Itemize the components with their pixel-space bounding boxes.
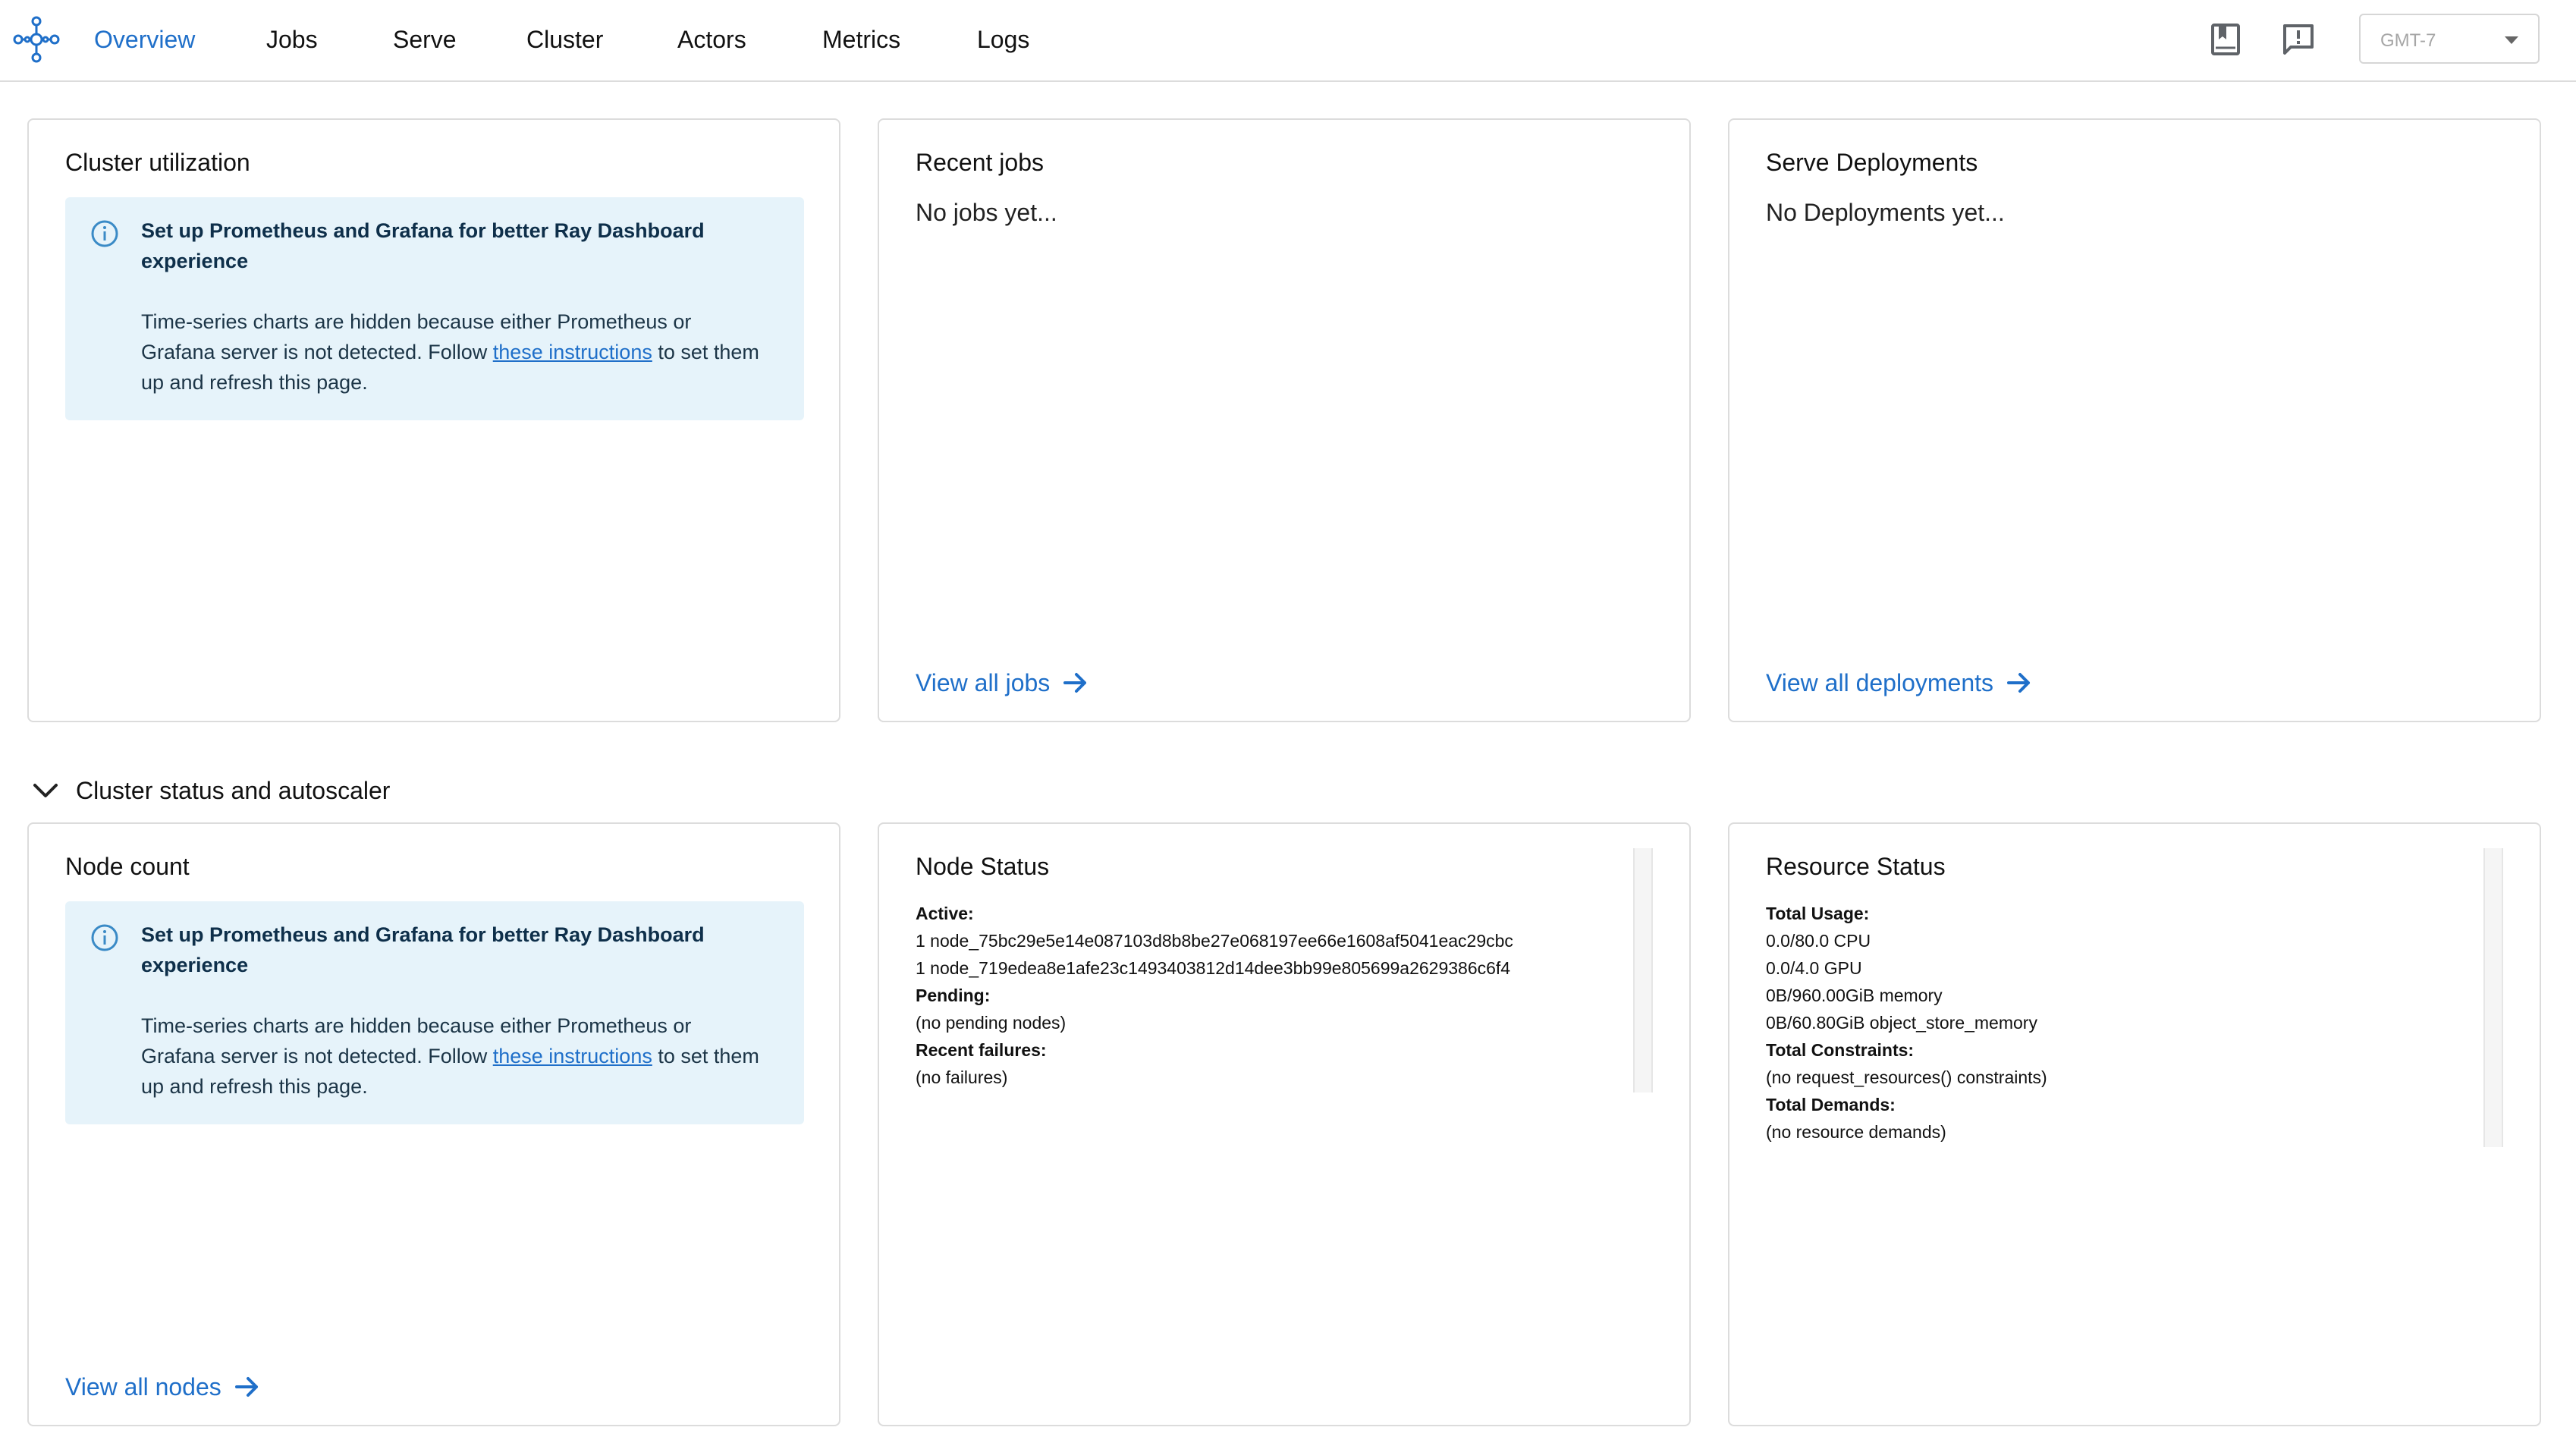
docs-icon[interactable] bbox=[2206, 20, 2245, 59]
node-count-card: Node count Set up Prometheus and Grafana… bbox=[27, 822, 840, 1426]
prometheus-alert: Set up Prometheus and Grafana for better… bbox=[65, 197, 804, 420]
chevron-down-icon bbox=[33, 784, 58, 797]
empty-deployments-text: No Deployments yet... bbox=[1766, 199, 2005, 226]
tab-overview[interactable]: Overview bbox=[94, 23, 195, 56]
caret-down-icon bbox=[2505, 36, 2518, 44]
top-nav: Overview Jobs Serve Cluster Actors Metri… bbox=[0, 0, 2576, 82]
scrollbar[interactable] bbox=[2483, 848, 2503, 1147]
view-all-nodes-link[interactable]: View all nodes bbox=[65, 1370, 261, 1404]
scrollbar[interactable] bbox=[1633, 848, 1653, 1092]
usage-label: Total Usage: bbox=[1766, 904, 1870, 923]
alert-title: Set up Prometheus and Grafana for better… bbox=[141, 219, 705, 272]
view-all-deployments-link[interactable]: View all deployments bbox=[1766, 666, 2033, 699]
serve-deployments-card: Serve Deployments No Deployments yet... … bbox=[1728, 118, 2541, 722]
usage-item: 0B/60.80GiB object_store_memory bbox=[1766, 1013, 2037, 1033]
instructions-link[interactable]: these instructions bbox=[493, 341, 652, 363]
card-title: Serve Deployments bbox=[1766, 149, 1978, 176]
active-label: Active: bbox=[916, 904, 974, 923]
card-title: Node Status bbox=[916, 853, 1050, 880]
resource-status-card: Resource Status Total Usage: 0.0/80.0 CP… bbox=[1728, 822, 2541, 1426]
alert-title: Set up Prometheus and Grafana for better… bbox=[141, 923, 705, 976]
timezone-select[interactable]: GMT-7 bbox=[2359, 14, 2540, 64]
tab-logs[interactable]: Logs bbox=[977, 23, 1029, 56]
card-title: Cluster utilization bbox=[65, 149, 250, 176]
arrow-right-icon bbox=[1063, 673, 1087, 693]
tab-jobs[interactable]: Jobs bbox=[266, 23, 318, 56]
pending-value: (no pending nodes) bbox=[916, 1013, 1067, 1033]
cluster-utilization-card: Cluster utilization Set up Prometheus an… bbox=[27, 118, 840, 722]
usage-item: 0.0/80.0 CPU bbox=[1766, 931, 1871, 951]
resource-status-details: Total Usage: 0.0/80.0 CPU 0.0/4.0 GPU 0B… bbox=[1766, 900, 2464, 1146]
recent-jobs-card: Recent jobs No jobs yet... View all jobs bbox=[878, 118, 1691, 722]
constraints-value: (no request_resources() constraints) bbox=[1766, 1067, 2047, 1087]
usage-item: 0B/960.00GiB memory bbox=[1766, 986, 1943, 1005]
feedback-icon[interactable] bbox=[2279, 20, 2318, 59]
node-status-card: Node Status Active: 1 node_75bc29e5e14e0… bbox=[878, 822, 1691, 1426]
demands-label: Total Demands: bbox=[1766, 1095, 1896, 1114]
tab-metrics[interactable]: Metrics bbox=[822, 23, 900, 56]
card-title: Resource Status bbox=[1766, 853, 1946, 880]
timezone-value: GMT-7 bbox=[2380, 30, 2436, 51]
ray-logo-icon[interactable] bbox=[12, 15, 61, 64]
arrow-right-icon bbox=[2007, 673, 2031, 693]
failures-label: Recent failures: bbox=[916, 1040, 1047, 1060]
usage-item: 0.0/4.0 GPU bbox=[1766, 958, 1862, 978]
alert-body: Time-series charts are hidden because ei… bbox=[141, 310, 759, 394]
view-all-jobs-link[interactable]: View all jobs bbox=[916, 666, 1089, 699]
pending-label: Pending: bbox=[916, 986, 991, 1005]
active-node: 1 node_719edea8e1afe23c1493403812d14dee3… bbox=[916, 958, 1511, 978]
demands-value: (no resource demands) bbox=[1766, 1122, 1946, 1142]
constraints-label: Total Constraints: bbox=[1766, 1040, 1915, 1060]
arrow-right-icon bbox=[234, 1377, 258, 1397]
tab-cluster[interactable]: Cluster bbox=[526, 23, 603, 56]
empty-jobs-text: No jobs yet... bbox=[916, 199, 1057, 226]
instructions-link[interactable]: these instructions bbox=[493, 1045, 652, 1067]
prometheus-alert: Set up Prometheus and Grafana for better… bbox=[65, 901, 804, 1124]
tab-actors[interactable]: Actors bbox=[677, 23, 746, 56]
node-status-details: Active: 1 node_75bc29e5e14e087103d8b8be2… bbox=[916, 900, 1613, 1091]
tab-serve[interactable]: Serve bbox=[393, 23, 457, 56]
failures-value: (no failures) bbox=[916, 1067, 1008, 1087]
section-title: Cluster status and autoscaler bbox=[76, 777, 391, 804]
alert-body: Time-series charts are hidden because ei… bbox=[141, 1014, 759, 1098]
info-icon bbox=[91, 924, 118, 951]
card-title: Node count bbox=[65, 853, 190, 880]
info-icon bbox=[91, 220, 118, 247]
active-node: 1 node_75bc29e5e14e087103d8b8be27e068197… bbox=[916, 931, 1513, 951]
card-title: Recent jobs bbox=[916, 149, 1044, 176]
